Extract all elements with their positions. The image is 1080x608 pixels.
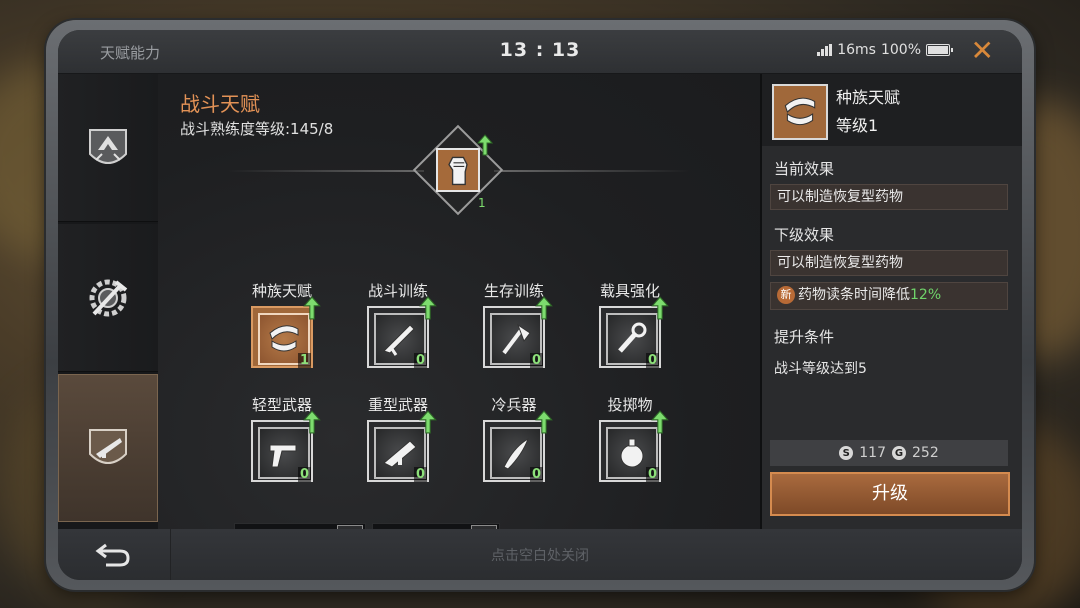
skill-node: 重型武器 0 (343, 394, 453, 482)
talent-main: 战斗天赋 战斗熟练度等级:145/8 1 种族天赋 1 战斗训练 0 生存训练 0 载具强化… (158, 74, 760, 553)
skill-count: 0 (413, 467, 427, 482)
skill-node: 轻型武器 0 (227, 394, 337, 482)
condition-text: 战斗等级达到5 (774, 361, 867, 377)
upgrade-arrow-icon (419, 296, 437, 320)
tab-combat[interactable] (58, 74, 158, 222)
upgrade-arrow-icon (419, 410, 437, 434)
divider-left (228, 170, 424, 172)
upgrade-arrow-icon (651, 296, 669, 320)
skill-node: 战斗训练 0 (343, 280, 453, 368)
upgrade-arrow-icon (477, 134, 493, 156)
fist-emblem-icon (89, 128, 127, 164)
section-title: 战斗天赋 (180, 92, 260, 116)
detail-name: 种族天赋 (836, 88, 901, 107)
detail-level: 等级1 (836, 116, 879, 135)
skill-button[interactable]: 0 (483, 410, 553, 482)
hero-talent-node[interactable]: 1 (412, 124, 504, 216)
battery-icon (926, 44, 953, 56)
skill-count: 0 (645, 353, 659, 368)
cost-gold: 252 (912, 445, 939, 461)
skill-count: 0 (529, 467, 543, 482)
network-status: 16ms 100% (817, 42, 953, 58)
bandage-icon (772, 84, 828, 140)
skill-count: 0 (297, 467, 311, 482)
skill-node: 载具强化 0 (575, 280, 685, 368)
hero-level: 1 (478, 196, 486, 210)
skill-count: 0 (529, 353, 543, 368)
upgrade-button[interactable]: 升级 (770, 472, 1010, 516)
close-hint[interactable]: 点击空白处关闭 (58, 545, 1022, 565)
upgrade-arrow-icon (535, 296, 553, 320)
skill-node: 冷兵器 0 (459, 394, 569, 482)
detail-header: 种族天赋 等级1 (762, 74, 1022, 146)
signal-icon (817, 44, 833, 56)
cost-silver: 117 (859, 445, 886, 461)
upgrade-arrow-icon (651, 410, 669, 434)
silver-coin-icon: S (839, 446, 854, 460)
hammer-gear-icon (89, 279, 128, 316)
tablet-frame: 天赋能力 13 : 13 16ms 100% ✕ 战斗天赋 战斗熟练度等级:14… (46, 20, 1034, 590)
skill-button[interactable]: 0 (599, 296, 669, 368)
current-effect: 可以制造恢复型药物 (770, 184, 1008, 210)
skill-count: 0 (413, 353, 427, 368)
new-badge: 新 (777, 286, 795, 304)
new-effect: 新药物读条时间降低12% (770, 282, 1008, 310)
new-effect-text: 药物读条时间降低 (798, 287, 910, 303)
skill-count: 1 (297, 353, 311, 368)
close-button[interactable]: ✕ (971, 36, 994, 66)
new-effect-percent: 12% (910, 287, 942, 303)
status-bar: 天赋能力 13 : 13 16ms 100% ✕ (58, 30, 1022, 74)
skill-node: 投掷物 0 (575, 394, 685, 482)
raised-fist-icon (436, 148, 480, 192)
upgrade-arrow-icon (303, 410, 321, 434)
gold-coin-icon: G (892, 446, 906, 460)
skill-button[interactable]: 0 (251, 410, 321, 482)
upgrade-arrow-icon (535, 410, 553, 434)
next-effect-label: 下级效果 (774, 226, 835, 244)
latency-text: 16ms (837, 42, 876, 58)
tab-weapons[interactable] (58, 374, 158, 522)
condition-label: 提升条件 (774, 328, 835, 346)
skill-button[interactable]: 1 (251, 296, 321, 368)
talent-screen: 天赋能力 13 : 13 16ms 100% ✕ 战斗天赋 战斗熟练度等级:14… (58, 30, 1022, 580)
proficiency-level: 战斗熟练度等级:145/8 (180, 120, 334, 138)
skill-node: 种族天赋 1 (227, 280, 337, 368)
weapon-emblem-icon (89, 429, 127, 464)
skill-button[interactable]: 0 (367, 410, 437, 482)
category-tabs (58, 74, 158, 529)
battery-text: 100% (880, 42, 921, 58)
bottom-bar: 点击空白处关闭 (58, 529, 1022, 580)
skill-node: 生存训练 0 (459, 280, 569, 368)
divider-right (494, 170, 690, 172)
current-effect-label: 当前效果 (774, 160, 835, 178)
tab-tools[interactable] (58, 224, 158, 372)
talent-detail-panel: 种族天赋 等级1 当前效果 可以制造恢复型药物 下级效果 可以制造恢复型药物 新… (760, 74, 1022, 529)
skill-button[interactable]: 0 (599, 410, 669, 482)
skill-button[interactable]: 0 (483, 296, 553, 368)
skill-count: 0 (645, 467, 659, 482)
upgrade-cost: S 117 G 252 (770, 440, 1008, 466)
skill-button[interactable]: 0 (367, 296, 437, 368)
upgrade-arrow-icon (303, 296, 321, 320)
next-effect: 可以制造恢复型药物 (770, 250, 1008, 276)
